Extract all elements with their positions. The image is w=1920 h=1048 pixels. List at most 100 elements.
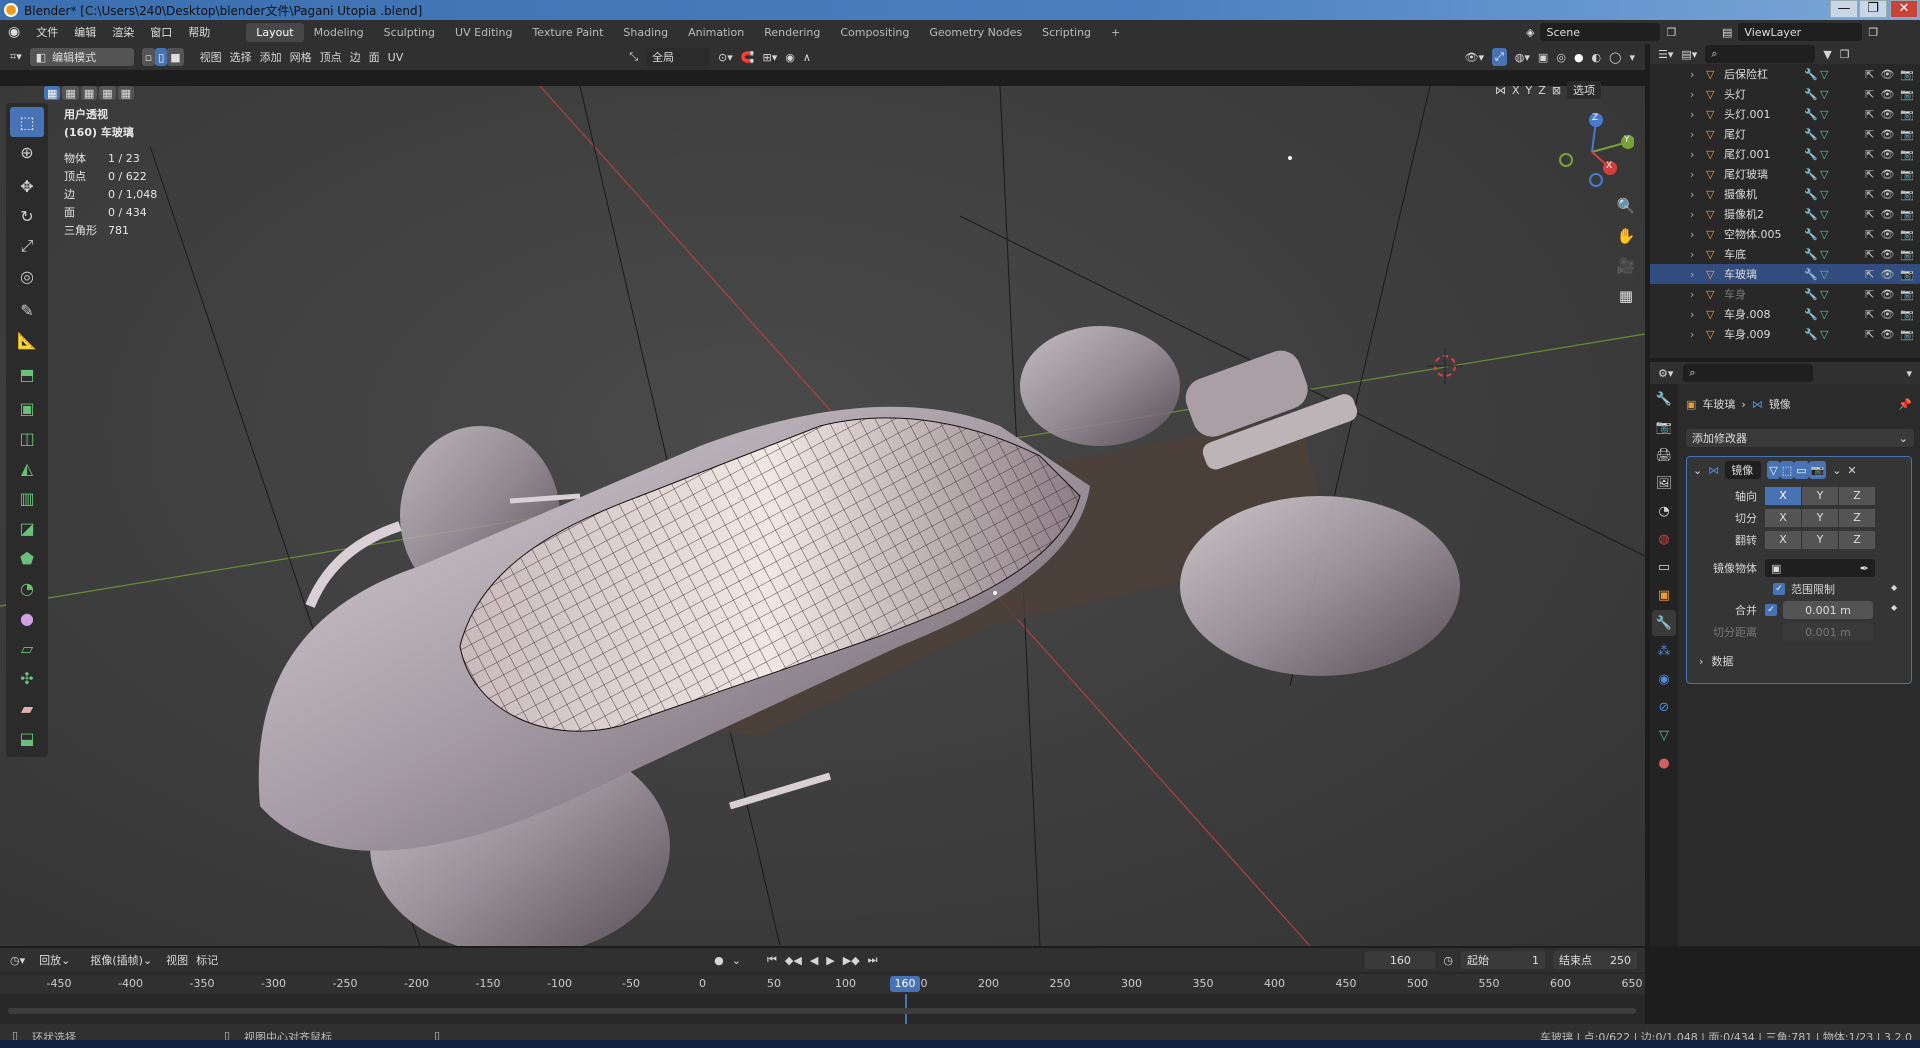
tab-shading[interactable]: Shading xyxy=(613,23,678,42)
expand-icon[interactable]: › xyxy=(1690,108,1700,121)
camera-render-icon[interactable]: 📷 xyxy=(1900,248,1914,261)
visibility-icon[interactable]: 👁▾ xyxy=(1464,51,1484,64)
properties-editor-icon[interactable]: ⚙▾ xyxy=(1658,367,1673,380)
constraints-tab-icon[interactable]: ⊘ xyxy=(1652,694,1676,720)
move-icon[interactable]: ✥ xyxy=(10,171,44,201)
render-toggle-icon[interactable]: 📷 xyxy=(1808,461,1827,479)
eye-icon[interactable]: 👁 xyxy=(1880,248,1894,261)
expand-icon[interactable]: › xyxy=(1690,328,1700,341)
camera-render-icon[interactable]: 📷 xyxy=(1900,328,1914,341)
outliner-row[interactable]: › ▽ 头灯.001 🔧 ▽ ⇱ 👁 📷 xyxy=(1650,104,1920,124)
tab-texture-paint[interactable]: Texture Paint xyxy=(522,23,613,42)
scene-tab-icon[interactable]: ◔ xyxy=(1652,498,1676,524)
vertex-select-icon[interactable]: ▫ xyxy=(141,48,156,66)
axis-x-button[interactable]: X xyxy=(1765,487,1801,505)
keying-menu[interactable]: 抠像(插帧) ⌄ xyxy=(84,951,158,969)
shading-options-icon[interactable]: ▾ xyxy=(1629,51,1635,64)
expand-icon[interactable]: › xyxy=(1690,88,1700,101)
keyframe-type-icon[interactable]: ⌄ xyxy=(732,954,741,967)
modifier-icon[interactable]: 🔧 xyxy=(1804,68,1820,81)
inset-icon[interactable]: ◫ xyxy=(10,423,44,453)
outliner-row[interactable]: › ▽ 尾灯 🔧 ▽ ⇱ 👁 📷 xyxy=(1650,124,1920,144)
current-frame-field[interactable]: 160 xyxy=(1365,951,1436,969)
transform-icon[interactable]: ◎ xyxy=(10,261,44,291)
tab-geometry-nodes[interactable]: Geometry Nodes xyxy=(919,23,1032,42)
mirror-object-field[interactable]: ▣ ✒ xyxy=(1765,559,1875,577)
face-select-icon[interactable]: ■ xyxy=(167,48,184,66)
eye-icon[interactable]: 👁 xyxy=(1880,128,1894,141)
add-modifier-dropdown[interactable]: 添加修改器 ⌄ xyxy=(1686,429,1914,447)
display-mode-icon[interactable]: ▤▾ xyxy=(1681,48,1697,61)
camera-render-icon[interactable]: 📷 xyxy=(1900,108,1914,121)
eye-icon[interactable]: 👁 xyxy=(1880,308,1894,321)
menu-render[interactable]: 渲染 xyxy=(104,24,142,40)
eye-icon[interactable]: 👁 xyxy=(1880,228,1894,241)
bisect-x-button[interactable]: X xyxy=(1765,509,1801,527)
modifier-menu-icon[interactable]: ⌄ xyxy=(1832,464,1841,477)
selectable-icon[interactable]: ⇱ xyxy=(1865,108,1874,121)
selectable-icon[interactable]: ⇱ xyxy=(1865,68,1874,81)
eye-icon[interactable]: 👁 xyxy=(1880,288,1894,301)
shrink-fatten-icon[interactable]: ✣ xyxy=(10,663,44,693)
world-tab-icon[interactable]: ◍ xyxy=(1652,526,1676,552)
outliner-row[interactable]: › ▽ 摄像机2 🔧 ▽ ⇱ 👁 📷 xyxy=(1650,204,1920,224)
solid-shading-icon[interactable]: ● xyxy=(1574,51,1584,64)
camera-render-icon[interactable]: 📷 xyxy=(1900,208,1914,221)
physics-tab-icon[interactable]: ◉ xyxy=(1652,666,1676,692)
select-box-icon[interactable]: ⬚ xyxy=(10,107,44,137)
keyframe-dot-icon[interactable]: ◆ xyxy=(1891,583,1897,592)
mesh-data-icon[interactable]: ▽ xyxy=(1820,248,1840,261)
camera-render-icon[interactable]: 📷 xyxy=(1900,148,1914,161)
merge-distance-field[interactable]: 0.001 m xyxy=(1783,601,1873,619)
outliner-row[interactable]: › ▽ 后保险杠 🔧 ▽ ⇱ 👁 📷 xyxy=(1650,64,1920,84)
modifier-icon[interactable]: 🔧 xyxy=(1804,88,1820,101)
filter-icon[interactable]: ▼ xyxy=(1823,48,1831,61)
poly-build-icon[interactable]: ⬟ xyxy=(10,543,44,573)
add-cube-icon[interactable]: ⬒ xyxy=(10,359,44,389)
view-layer-selector[interactable]: ViewLayer xyxy=(1738,23,1863,41)
camera-render-icon[interactable]: 📷 xyxy=(1900,88,1914,101)
falloff-icon[interactable]: ∧ xyxy=(803,51,811,64)
modifier-icon[interactable]: 🔧 xyxy=(1804,268,1820,281)
expand-icon[interactable]: › xyxy=(1690,128,1700,141)
axis-z-button[interactable]: Z xyxy=(1839,487,1875,505)
expand-icon[interactable]: › xyxy=(1690,228,1700,241)
mesh-data-icon[interactable]: ▽ xyxy=(1820,308,1840,321)
mesh-data-icon[interactable]: ▽ xyxy=(1820,208,1840,221)
new-collection-icon[interactable]: ❐ xyxy=(1840,48,1850,61)
play-icon[interactable]: ▶ xyxy=(826,954,834,967)
outliner-row[interactable]: › ▽ 车身 🔧 ▽ ⇱ 👁 📷 xyxy=(1650,284,1920,304)
scene-selector[interactable]: Scene xyxy=(1540,23,1661,41)
perspective-grid-icon[interactable]: ▦ xyxy=(1612,282,1640,310)
outliner-row[interactable]: › ▽ 车身.009 🔧 ▽ ⇱ 👁 📷 xyxy=(1650,324,1920,344)
eye-icon[interactable]: 👁 xyxy=(1880,168,1894,181)
pivot-point-icon[interactable]: ⊙▾ xyxy=(718,51,733,64)
jump-prev-key-icon[interactable]: ◆◀ xyxy=(785,954,802,967)
mesh-data-icon[interactable]: ▽ xyxy=(1820,108,1840,121)
minimize-button[interactable]: — xyxy=(1830,0,1858,18)
tab-sculpting[interactable]: Sculpting xyxy=(374,23,445,42)
axis-y-button[interactable]: Y xyxy=(1802,487,1838,505)
flip-y-button[interactable]: Y xyxy=(1802,531,1838,549)
outliner-row[interactable]: › ▽ 尾灯.001 🔧 ▽ ⇱ 👁 📷 xyxy=(1650,144,1920,164)
playback-menu[interactable]: 回放 ⌄ xyxy=(33,951,76,969)
properties-options-icon[interactable]: ▾ xyxy=(1906,367,1912,380)
data-tab-icon[interactable]: ▽ xyxy=(1652,722,1676,748)
preview-range-icon[interactable]: ◷ xyxy=(1443,954,1453,967)
outliner-editor-icon[interactable]: ☰▾ xyxy=(1658,48,1673,61)
flip-x-button[interactable]: X xyxy=(1765,531,1801,549)
menu-face[interactable]: 面 xyxy=(369,49,380,65)
add-workspace-button[interactable]: + xyxy=(1101,23,1130,42)
new-view-layer-icon[interactable]: ❐ xyxy=(1868,26,1878,39)
overlay-toggle-icon[interactable]: ◍▾ xyxy=(1515,51,1530,64)
play-reverse-icon[interactable]: ◀ xyxy=(810,954,818,967)
camera-render-icon[interactable]: 📷 xyxy=(1900,268,1914,281)
selectable-icon[interactable]: ⇱ xyxy=(1865,88,1874,101)
expand-icon[interactable]: › xyxy=(1690,148,1700,161)
menu-uv[interactable]: UV xyxy=(388,51,404,64)
eye-icon[interactable]: 👁 xyxy=(1880,328,1894,341)
outliner-row[interactable]: › ▽ 尾灯玻璃 🔧 ▽ ⇱ 👁 📷 xyxy=(1650,164,1920,184)
wireframe-shading-icon[interactable]: ◎ xyxy=(1556,51,1566,64)
expand-icon[interactable]: › xyxy=(1690,268,1700,281)
selectable-icon[interactable]: ⇱ xyxy=(1865,328,1874,341)
